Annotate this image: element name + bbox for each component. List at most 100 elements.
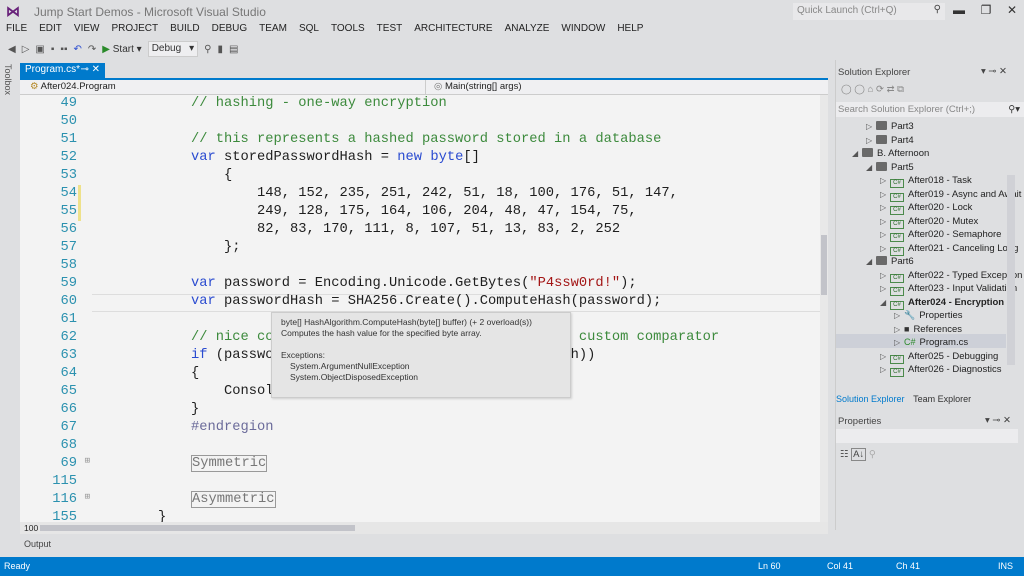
solution-tree-item[interactable]: ▷ C# After018 - Task: [880, 175, 972, 188]
solution-tree-item[interactable]: ◢ Part6: [866, 256, 914, 267]
solution-tree-item[interactable]: ▷ 🔧 Properties: [894, 310, 963, 321]
menu-debug[interactable]: DEBUG: [206, 23, 254, 38]
redo-icon[interactable]: ↷: [88, 44, 96, 55]
categorized-icon[interactable]: ☷: [840, 449, 849, 460]
collapsed-region[interactable]: Asymmetric: [191, 491, 276, 508]
properties-object-dropdown[interactable]: [836, 429, 1018, 443]
expand-icon[interactable]: ▷: [880, 271, 890, 280]
solution-search-input[interactable]: Search Solution Explorer (Ctrl+;) ⚲▾: [836, 102, 1024, 117]
save-all-icon[interactable]: ▪▪: [60, 44, 67, 55]
expand-icon[interactable]: ▷: [880, 230, 890, 239]
code-editor[interactable]: 49 // hashing - one-way encryption 50 51 // …: [20, 95, 828, 522]
menu-file[interactable]: FILE: [0, 23, 33, 38]
pin-icon[interactable]: ⊸ ✕: [80, 64, 100, 77]
property-pages-icon[interactable]: ⚲: [869, 449, 876, 460]
expand-icon[interactable]: ▷: [866, 136, 876, 145]
class-dropdown[interactable]: ⚙ After024.Program: [30, 81, 116, 92]
solution-tree-item[interactable]: ▷ C# After019 - Async and Await: [880, 189, 1021, 202]
vertical-scrollbar[interactable]: [820, 95, 828, 522]
tab-solution-explorer[interactable]: Solution Explorer: [836, 394, 905, 404]
expand-icon[interactable]: ▷: [894, 325, 904, 334]
expand-icon[interactable]: ▷: [880, 190, 890, 199]
close-button[interactable]: ✕: [1003, 3, 1021, 17]
forward-icon[interactable]: ◯: [854, 84, 865, 95]
tab-team-explorer[interactable]: Team Explorer: [913, 394, 971, 404]
menu-view[interactable]: VIEW: [68, 23, 106, 38]
solution-explorer-panel: Solution Explorer ▾ ⊸ ✕ ◯ ◯ ⌂ ⟳ ⇄ ⧉ Sear…: [833, 62, 1024, 472]
restore-button[interactable]: ❐: [977, 3, 995, 17]
expand-icon[interactable]: ▷: [880, 244, 890, 253]
save-icon[interactable]: ▪: [51, 44, 55, 55]
start-button[interactable]: ▶ Start ▾: [102, 44, 141, 55]
csharp-project-icon: C#: [890, 219, 904, 229]
member-dropdown[interactable]: ◎ Main(string[] args): [425, 80, 522, 95]
solution-tree-item[interactable]: ▷ C# After020 - Lock: [880, 202, 972, 215]
solution-tree-item[interactable]: ▷ C# After022 - Typed Exception: [880, 270, 1022, 283]
se-vertical-scrollbar[interactable]: [1007, 175, 1015, 365]
tab-program-cs[interactable]: Program.cs* ⊸ ✕: [20, 63, 105, 78]
solution-tree-item[interactable]: ▷ C# After020 - Mutex: [880, 216, 978, 229]
menu-sql[interactable]: SQL: [293, 23, 325, 38]
properties-options-icon[interactable]: ▾ ⊸ ✕: [985, 415, 1011, 426]
comment-icon[interactable]: ▤: [229, 44, 238, 55]
expand-icon[interactable]: ▷: [894, 338, 904, 347]
quick-launch-input[interactable]: Quick Launch (Ctrl+Q) ⚲: [793, 3, 945, 20]
expand-region-icon[interactable]: ⊞: [82, 456, 90, 466]
solution-tree-item[interactable]: ▷ C# After025 - Debugging: [880, 351, 998, 364]
solution-tree-item[interactable]: ▷ C# After021 - Canceling Long: [880, 243, 1018, 256]
expand-icon[interactable]: ▷: [880, 217, 890, 226]
undo-icon[interactable]: ↶: [74, 44, 82, 55]
new-project-icon[interactable]: ▣: [35, 44, 44, 55]
collapse-icon[interactable]: ◢: [880, 298, 890, 307]
output-tab[interactable]: Output: [24, 539, 51, 549]
forward-icon[interactable]: ▷: [22, 44, 30, 55]
expand-icon[interactable]: ▷: [880, 365, 890, 374]
solution-tree-item[interactable]: ◢ Part5: [866, 161, 914, 173]
menu-build[interactable]: BUILD: [164, 23, 205, 38]
menu-project[interactable]: PROJECT: [105, 23, 164, 38]
configuration-dropdown[interactable]: Debug: [147, 41, 199, 57]
alphabetical-icon[interactable]: A↓: [851, 448, 867, 461]
solution-tree-item[interactable]: ◢ B. Afternoon: [852, 148, 929, 159]
collapsed-region[interactable]: Symmetric: [191, 455, 268, 472]
solution-tree-item[interactable]: ▷ ■ References: [894, 324, 962, 335]
menu-edit[interactable]: EDIT: [33, 23, 68, 38]
refresh-icon[interactable]: ⇄: [887, 84, 895, 95]
menu-window[interactable]: WINDOW: [555, 23, 611, 38]
collapse-icon[interactable]: ⧉: [897, 84, 904, 95]
menu-team[interactable]: TEAM: [253, 23, 293, 38]
panel-options-icon[interactable]: ▾ ⊸ ✕: [981, 66, 1007, 77]
expand-region-icon[interactable]: ⊞: [82, 492, 90, 502]
expand-icon[interactable]: ▷: [866, 122, 876, 131]
solution-tree-item[interactable]: ▷ C# After023 - Input Validation: [880, 283, 1017, 296]
back-icon[interactable]: ◀: [8, 44, 16, 55]
expand-icon[interactable]: ▷: [880, 284, 890, 293]
menu-tools[interactable]: TOOLS: [325, 23, 371, 38]
bookmark-icon[interactable]: ▮: [218, 44, 224, 55]
menu-test[interactable]: TEST: [371, 23, 409, 38]
find-icon[interactable]: ⚲: [204, 44, 211, 55]
expand-icon[interactable]: ▷: [880, 176, 890, 185]
solution-tree-item[interactable]: ▷ Part3: [866, 121, 914, 132]
solution-tree-item[interactable]: ▷ Part4: [866, 134, 914, 146]
menu-architecture[interactable]: ARCHITECTURE: [408, 23, 498, 38]
horizontal-scroll-thumb[interactable]: [40, 525, 355, 531]
expand-icon[interactable]: ▷: [880, 352, 890, 361]
expand-icon[interactable]: ▷: [894, 311, 904, 320]
home-icon[interactable]: ⌂: [868, 84, 874, 95]
collapse-icon[interactable]: ◢: [866, 163, 876, 172]
collapse-icon[interactable]: ◢: [866, 257, 876, 266]
menu-help[interactable]: HELP: [611, 23, 649, 38]
minimize-button[interactable]: ▬: [950, 3, 968, 17]
sync-icon[interactable]: ⟳: [876, 84, 884, 95]
collapse-icon[interactable]: ◢: [852, 149, 862, 158]
vertical-scroll-thumb[interactable]: [821, 235, 827, 295]
solution-tree-item[interactable]: ▷ C# After020 - Semaphore: [880, 229, 1001, 242]
solution-tree-item[interactable]: ▷ C# After026 - Diagnostics: [880, 364, 1001, 377]
back-icon[interactable]: ◯: [841, 84, 852, 95]
solution-tree-item[interactable]: ◢ C# After024 - Encryption: [880, 297, 1004, 310]
toolbox-tab[interactable]: Toolbox: [3, 64, 13, 95]
menu-analyze[interactable]: ANALYZE: [499, 23, 556, 38]
expand-icon[interactable]: ▷: [880, 203, 890, 212]
solution-tree-item[interactable]: ▷ C# Program.cs: [894, 337, 968, 348]
